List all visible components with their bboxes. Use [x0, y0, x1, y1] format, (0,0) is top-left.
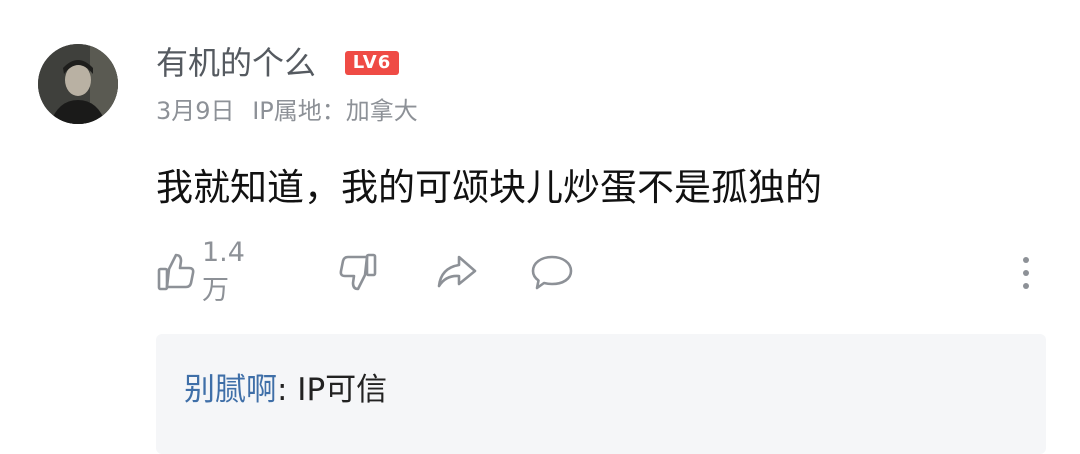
comment-icon — [530, 252, 574, 292]
username[interactable]: 有机的个么 — [156, 42, 316, 84]
avatar[interactable] — [38, 44, 118, 124]
share-button[interactable] — [436, 250, 478, 294]
reply-separator: : — [277, 372, 288, 408]
like-button[interactable]: 1.4万 — [156, 237, 245, 306]
dislike-button[interactable] — [338, 250, 378, 294]
thumbs-up-icon — [156, 252, 196, 292]
reply-button[interactable] — [530, 250, 574, 294]
comment-meta: 3月9日 IP属地：加拿大 — [156, 95, 428, 127]
thumbs-down-icon — [338, 252, 378, 292]
level-badge: LV6 — [345, 51, 399, 75]
ip-location: IP属地：加拿大 — [252, 97, 418, 125]
more-vertical-icon[interactable] — [1016, 255, 1036, 291]
reply-item: 别腻啊: IP可信 — [184, 368, 387, 412]
share-icon — [436, 252, 478, 292]
reply-author[interactable]: 别腻啊 — [184, 372, 277, 408]
reply-preview[interactable]: 别腻啊: IP可信 — [156, 334, 1046, 454]
comment-date: 3月9日 — [156, 97, 235, 125]
comment-text: 我就知道，我的可颂块儿炒蛋不是孤独的 — [156, 166, 822, 209]
reply-text: IP可信 — [287, 372, 388, 408]
like-count: 1.4万 — [202, 237, 245, 306]
